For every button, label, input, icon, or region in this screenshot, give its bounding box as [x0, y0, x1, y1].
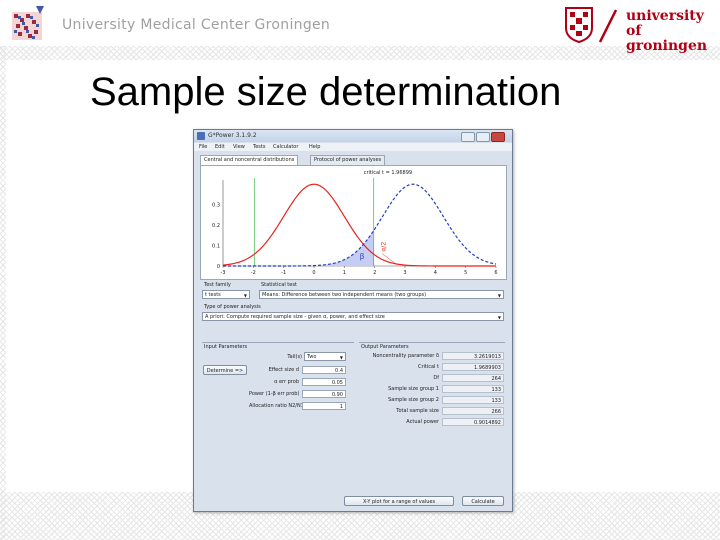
rug-name: university of groningen	[626, 9, 720, 54]
maximize-icon[interactable]	[476, 132, 490, 142]
x-tick-label: 2	[373, 270, 376, 276]
x-tick-label: 4	[434, 270, 437, 276]
window-titlebar[interactable]: G*Power 3.1.9.2	[194, 130, 512, 142]
left-hatch-band	[0, 46, 6, 540]
output-label: Critical t	[417, 364, 439, 370]
output-label: Total sample size	[396, 408, 439, 414]
tails-value: Two	[307, 354, 317, 360]
rug-name-line1: university of	[626, 8, 704, 39]
output-label: Noncentrality parameter δ	[372, 353, 439, 359]
output-field: 0.9014892	[442, 418, 504, 426]
test-family-label: Test family	[204, 282, 231, 288]
close-icon[interactable]	[491, 132, 505, 142]
statistical-test-label: Statistical test	[261, 282, 297, 288]
input-label: Effect size d	[268, 367, 299, 373]
window-title: G*Power 3.1.9.2	[208, 132, 257, 139]
calculate-button[interactable]: Calculate	[462, 496, 504, 506]
analysis-type-label: Type of power analysis	[204, 304, 261, 310]
app-icon	[197, 132, 205, 140]
y-tick-label: 0.3	[212, 202, 220, 208]
output-field: 133	[442, 396, 504, 404]
analysis-type-select[interactable]: A priori: Compute required sample size -…	[202, 312, 504, 321]
input-field[interactable]: 0.05	[302, 378, 346, 386]
tab-protocol[interactable]: Protocol of power analyses	[310, 155, 386, 165]
output-field: 264	[442, 374, 504, 382]
umcg-logo-icon	[12, 6, 44, 40]
tails-label: Tail(s)	[287, 354, 302, 360]
beta-symbol: β	[360, 252, 365, 261]
input-field[interactable]: 0.4	[302, 366, 346, 374]
slide-header: University Medical Center Groningen univ…	[0, 0, 720, 54]
x-tick-label: 0	[312, 270, 315, 276]
input-label: Power (1-β err prob)	[249, 391, 300, 397]
x-tick-label: -2	[251, 270, 256, 276]
rug-slash-icon	[598, 9, 618, 43]
distribution-plot: 0.3 0.2 0.1 0 -3 -2 -1 0 1 2 3 4 5 6 critical t = 1.96…	[200, 165, 507, 280]
xy-plot-button[interactable]: X-Y plot for a range of values	[344, 496, 454, 506]
output-field: 133	[442, 385, 504, 393]
menu-edit[interactable]: Edit	[215, 144, 225, 150]
menu-calculator[interactable]: Calculator	[273, 144, 298, 150]
alpha-symbol: α/2	[380, 242, 387, 252]
determine-button[interactable]: Determine =>	[203, 365, 247, 375]
output-label: Sample size group 2	[388, 397, 439, 403]
y-tick-label: 0.1	[212, 243, 220, 249]
x-tick-label: -3	[221, 270, 226, 276]
test-family-value: t tests	[205, 292, 221, 298]
input-title: Input Parameters	[204, 344, 248, 350]
rug-crest-icon	[565, 7, 593, 44]
input-field[interactable]: 0.90	[302, 390, 346, 398]
statistical-test-value: Means: Difference between two independen…	[262, 292, 427, 298]
input-field[interactable]: 1	[302, 402, 346, 410]
output-field: 1.9689903	[442, 363, 504, 371]
y-tick-label: 0.2	[212, 223, 220, 229]
output-title: Output Parameters	[361, 344, 409, 350]
chevron-down-icon: ▼	[339, 355, 343, 360]
menu-tests[interactable]: Tests	[253, 144, 265, 150]
top-hatch-band	[0, 46, 720, 60]
x-tick-label: 1	[343, 270, 346, 276]
x-tick-label: 6	[494, 270, 497, 276]
y-tick-label: 0	[217, 264, 220, 270]
chevron-down-icon: ▼	[243, 293, 247, 298]
x-tick-label: 3	[403, 270, 406, 276]
output-label: Actual power	[406, 419, 439, 425]
chevron-down-icon: ▼	[497, 315, 501, 320]
menu-bar: File Edit View Tests Calculator Help	[194, 143, 512, 151]
x-tick-label: -1	[281, 270, 286, 276]
slide-title: Sample size determination	[90, 70, 562, 114]
umcg-name: University Medical Center Groningen	[62, 17, 331, 33]
output-field: 3.2619013	[442, 352, 504, 360]
input-label: α err prob	[274, 379, 299, 385]
menu-file[interactable]: File	[199, 144, 207, 150]
tails-select[interactable]: Two ▼	[304, 352, 346, 361]
statistical-test-select[interactable]: Means: Difference between two independen…	[259, 290, 504, 299]
rug-name-line2: groningen	[626, 38, 708, 54]
output-label: Df	[433, 375, 439, 381]
gpower-window: G*Power 3.1.9.2 File Edit View Tests Cal…	[193, 129, 513, 512]
menu-view[interactable]: View	[233, 144, 245, 150]
chevron-down-icon: ▼	[497, 293, 501, 298]
x-tick-label: 5	[464, 270, 467, 276]
critical-label: critical t = 1.96899	[364, 170, 412, 176]
minimize-icon[interactable]	[461, 132, 475, 142]
distribution-plot-svg: 0.30.20.10-3 -2 -1 0 1 2 3 4 5 6critical t = 1.96…	[212, 170, 498, 276]
tab-distributions[interactable]: Central and noncentral distributions	[200, 155, 299, 165]
output-label: Sample size group 1	[388, 386, 439, 392]
input-label: Allocation ratio N2/N1	[249, 403, 304, 409]
output-field: 266	[442, 407, 504, 415]
menu-help[interactable]: Help	[309, 144, 320, 150]
test-family-select[interactable]: t tests ▼	[202, 290, 250, 299]
analysis-type-value: A priori: Compute required sample size -…	[205, 314, 385, 320]
